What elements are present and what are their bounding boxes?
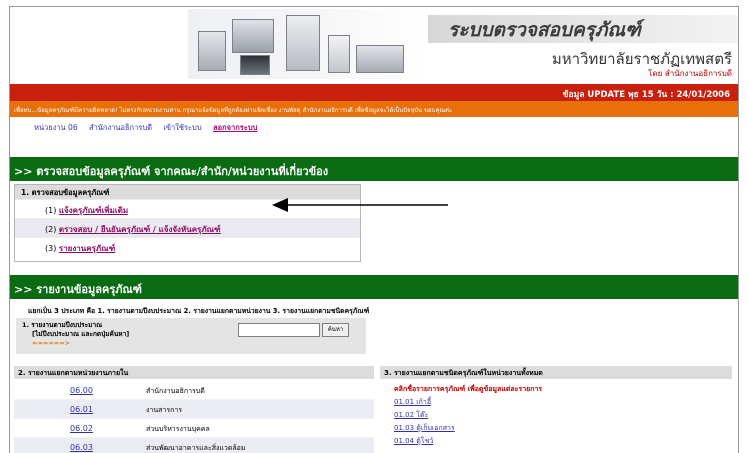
update-bar: ข้อมูล UPDATE พุธ 15 วัน : 24/01/2006 — [10, 84, 738, 101]
search-button[interactable]: ค้นหา — [322, 323, 349, 337]
notice-text: เพื่อทบ...ข้อมูลครุภัณฑ์มีความผิดพลาด! ไ… — [14, 107, 453, 114]
printer-image — [232, 19, 274, 53]
check-menu-box: 1. ตรวจสอบข้อมูลครุภัณฑ์ (1) แจ้งครุภัณฑ… — [14, 184, 361, 262]
camera-image — [240, 55, 270, 75]
byline: โดย สำนักงานอธิการบดี — [648, 69, 732, 78]
arrow-pointer-icon — [272, 198, 448, 212]
menu-item-number: (1) — [45, 206, 57, 215]
nav-logout[interactable]: ลอกจากระบบ — [213, 123, 257, 132]
top-nav: หน่วยงาน 06 สำนักงานอธิการบดี เข้าใช้ระบ… — [34, 122, 266, 134]
unit-name: ส่วนพัฒนาอาคารและสิ่งแวดล้อม — [146, 444, 246, 452]
table-row: 06.00 สำนักงานอธิการบดี — [14, 381, 374, 400]
budget-arrow-text: ======> — [32, 339, 71, 347]
section-report-title: >> รายงานข้อมูลครุภัณฑ์ — [14, 283, 142, 296]
type-report-header: 3. รายงานแยกตามชนิดครุภัณฑ์ในหน่วยงานทั้… — [380, 366, 732, 379]
menu-item-number: (2) — [45, 225, 57, 234]
office-equipment-photo — [188, 9, 428, 79]
report-summary: แยกเป็น 3 ประเภท คือ 1. รายงานตามปีงบประ… — [28, 307, 370, 315]
menu-item-equipment-report[interactable]: (3) รายงานครุภัณฑ์ — [15, 237, 360, 256]
budget-year-input[interactable] — [238, 323, 320, 337]
nav-login[interactable]: เข้าใช้ระบบ — [163, 123, 201, 132]
header-banner: ระบบตรวจสอบครุภัณฑ์ มหาวิทยาลัยราชภัฏเทพ… — [10, 7, 738, 84]
page-frame: ระบบตรวจสอบครุภัณฑ์ มหาวิทยาลัยราชภัฏเทพ… — [9, 6, 739, 453]
nav-unit[interactable]: หน่วยงาน 06 — [34, 123, 78, 132]
menu-link-add-equipment[interactable]: แจ้งครุภัณฑ์เพิ่มเติม — [59, 206, 128, 215]
notice-bar: เพื่อทบ...ข้อมูลครุภัณฑ์มีความผิดพลาด! ไ… — [10, 101, 738, 117]
unit-code-link[interactable]: 06.01 — [70, 405, 93, 414]
table-row: 06.02 ส่วนบริหารงานบุคคล — [14, 419, 374, 438]
menu-link-verify-equipment[interactable]: ตรวจสอบ / ยืนยันครุภัณฑ์ / แจ้งจังหันครุ… — [59, 225, 221, 234]
type-list-note: คลิกชื่อรายการครุภัณฑ์ เพื่อดูข้อมูลแต่ล… — [394, 385, 543, 393]
type-link[interactable]: 01.02 โต๊ะ — [394, 410, 542, 423]
table-row: 06.03 ส่วนพัฒนาอาคารและสิ่งแวดล้อม — [14, 438, 374, 453]
menu-link-equipment-report[interactable]: รายงานครุภัณฑ์ — [59, 244, 115, 253]
menu-item-number: (3) — [45, 244, 57, 253]
copier-image — [198, 31, 226, 71]
budget-search-box: 1. รายงานตามปีงบประมาณ [ไม่ปีงบประมาณ แล… — [16, 318, 366, 354]
type-link[interactable]: 01.01 เก้าอี้ — [394, 397, 542, 410]
section-report-header: >> รายงานข้อมูลครุภัณฑ์ — [10, 275, 738, 299]
menu-item-verify-equipment[interactable]: (2) ตรวจสอบ / ยืนยันครุภัณฑ์ / แจ้งจังหั… — [15, 218, 360, 237]
budget-hint: [ไม่ปีงบประมาณ และกดปุ่มค้นหา] — [32, 330, 130, 338]
unit-report-table: 06.00 สำนักงานอธิการบดี 06.01 งานสารการ … — [14, 381, 374, 453]
unit-name: ส่วนบริหารงานบุคคล — [146, 425, 210, 433]
unit-code-link[interactable]: 06.00 — [70, 386, 93, 395]
section-check-header: >> ตรวจสอบข้อมูลครุภัณฑ์ จากคณะ/สำนัก/หน… — [10, 157, 738, 181]
computer-tower-image — [328, 35, 350, 73]
unit-report-header: 2. รายงานแยกตามหน่วยงานภายใน — [14, 366, 374, 379]
system-title: ระบบตรวจสอบครุภัณฑ์ — [448, 19, 641, 41]
cabinet-image — [286, 15, 320, 71]
update-text: ข้อมูล UPDATE พุธ 15 วัน : 24/01/2006 — [562, 90, 730, 100]
unit-code-link[interactable]: 06.03 — [70, 443, 93, 452]
unit-name: สำนักงานอธิการบดี — [146, 387, 205, 395]
type-report-list: คลิกชื่อรายการครุภัณฑ์ เพื่อดูข้อมูลแต่ล… — [394, 384, 542, 449]
type-link[interactable]: 01.04 ตู้โชว์ — [394, 436, 542, 449]
section-check-title: >> ตรวจสอบข้อมูลครุภัณฑ์ จากคณะ/สำนัก/หน… — [14, 165, 329, 178]
type-link[interactable]: 01.03 ตู้เก็บเอกสาร — [394, 423, 542, 436]
monitor-image — [356, 45, 404, 73]
nav-office[interactable]: สำนักงานอธิการบดี — [89, 123, 152, 132]
unit-name: งานสารการ — [146, 406, 183, 414]
unit-code-link[interactable]: 06.02 — [70, 424, 93, 433]
table-row: 06.01 งานสารการ — [14, 400, 374, 419]
